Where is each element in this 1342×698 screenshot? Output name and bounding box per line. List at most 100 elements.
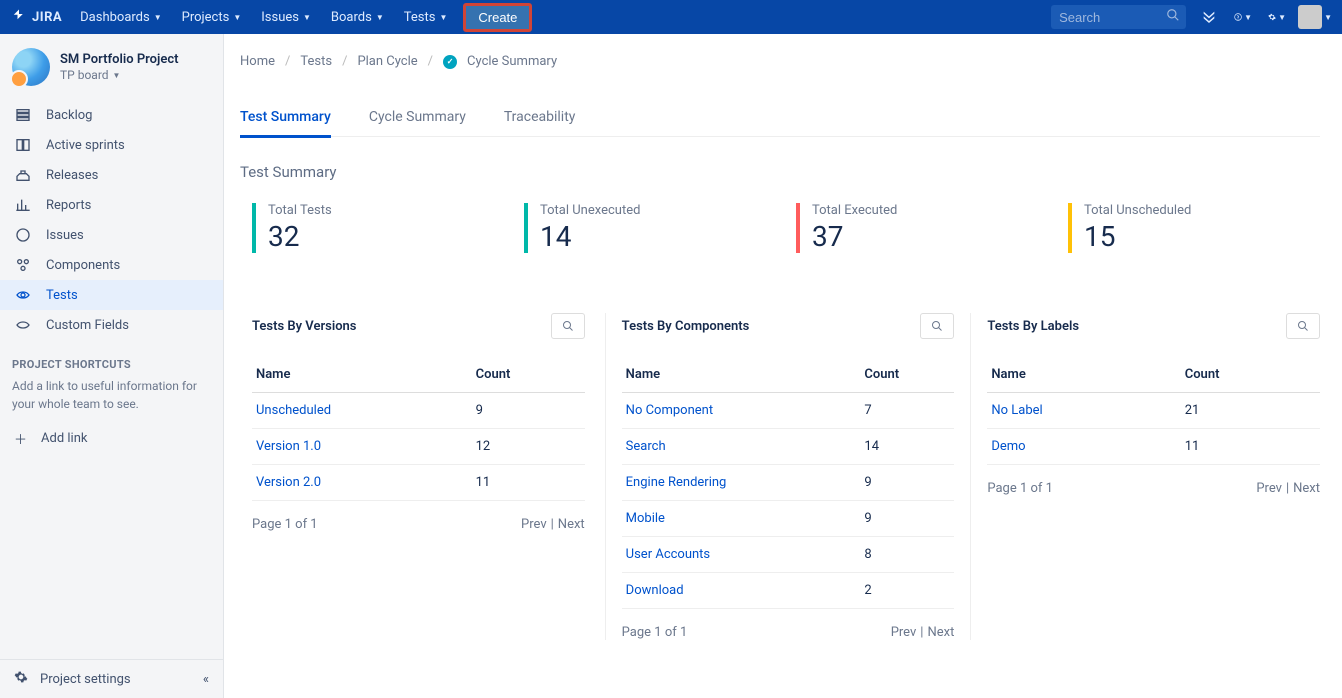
- nav-dashboards[interactable]: Dashboards▼: [70, 0, 172, 34]
- tab-test-summary[interactable]: Test Summary: [240, 101, 331, 138]
- row-link[interactable]: No Component: [626, 403, 713, 418]
- nav-projects[interactable]: Projects▼: [172, 0, 252, 34]
- stat-value: 15: [1084, 220, 1320, 253]
- cycle-icon: ✓: [443, 55, 457, 69]
- row-link[interactable]: Version 2.0: [256, 475, 321, 490]
- pager-next[interactable]: Next: [1293, 481, 1320, 496]
- gear-icon[interactable]: ▼: [1268, 8, 1286, 26]
- jira-logo[interactable]: JIRA: [10, 8, 62, 26]
- nav-tests[interactable]: Tests▼: [394, 0, 458, 34]
- row-count: 7: [860, 393, 954, 429]
- stat-label: Total Tests: [268, 203, 504, 218]
- tab-cycle-summary[interactable]: Cycle Summary: [369, 101, 466, 136]
- backlog-icon: [14, 107, 32, 123]
- chevron-down-icon: ▼: [233, 13, 241, 22]
- chevron-down-icon: ▼: [376, 13, 384, 22]
- stat-label: Total Executed: [812, 203, 1048, 218]
- pager-prev[interactable]: Prev: [891, 625, 917, 640]
- collapse-icon[interactable]: «: [203, 672, 209, 687]
- user-avatar[interactable]: [1298, 5, 1322, 29]
- row-link[interactable]: Unscheduled: [256, 403, 331, 418]
- search-input[interactable]: [1051, 5, 1186, 29]
- sidebar-menu: Backlog Active sprints Releases Reports …: [0, 96, 223, 340]
- chevron-down-icon: ▼: [154, 13, 162, 22]
- row-link[interactable]: Engine Rendering: [626, 475, 727, 490]
- releases-icon: [14, 167, 32, 183]
- row-link[interactable]: Version 1.0: [256, 439, 321, 454]
- chevron-down-icon: ▼: [113, 71, 121, 80]
- table-row: Version 1.012: [252, 429, 585, 465]
- panel-search-button[interactable]: [920, 313, 954, 339]
- navbar: JIRA Dashboards▼ Projects▼ Issues▼ Board…: [0, 0, 1342, 34]
- main-content: Home/ Tests/ Plan Cycle/ ✓ Cycle Summary…: [224, 34, 1342, 698]
- panel-search-button[interactable]: [551, 313, 585, 339]
- pager-text: Page 1 of 1: [987, 481, 1053, 496]
- project-avatar[interactable]: [12, 48, 50, 86]
- pager-text: Page 1 of 1: [252, 517, 318, 532]
- row-count: 9: [472, 393, 585, 429]
- row-count: 9: [860, 501, 954, 537]
- table-row: User Accounts8: [622, 537, 955, 573]
- row-link[interactable]: Download: [626, 583, 684, 598]
- sidebar-item-sprints[interactable]: Active sprints: [0, 130, 223, 160]
- row-count: 2: [860, 573, 954, 609]
- versions-table: NameCount Unscheduled9Version 1.012Versi…: [252, 357, 585, 501]
- row-link[interactable]: Demo: [991, 439, 1025, 454]
- sidebar-item-custom-fields[interactable]: Custom Fields: [0, 310, 223, 340]
- stat-total-tests: Total Tests32: [252, 203, 504, 253]
- breadcrumb-home[interactable]: Home: [240, 54, 275, 69]
- sidebar-label: Active sprints: [46, 138, 125, 153]
- board-selector[interactable]: TP board▼: [60, 68, 179, 82]
- issues-icon: [14, 227, 32, 243]
- plus-icon: ＋: [14, 429, 27, 448]
- help-icon[interactable]: ▼: [1234, 8, 1252, 26]
- sidebar-label: Components: [46, 258, 120, 273]
- sidebar-item-tests[interactable]: Tests: [0, 280, 223, 310]
- tab-traceability[interactable]: Traceability: [504, 101, 576, 136]
- row-link[interactable]: No Label: [991, 403, 1042, 418]
- section-title: Test Summary: [240, 163, 1320, 181]
- nav-menu: Dashboards▼ Projects▼ Issues▼ Boards▼ Te…: [70, 0, 532, 34]
- breadcrumb-current: Cycle Summary: [467, 54, 557, 69]
- pager-text: Page 1 of 1: [622, 625, 688, 640]
- breadcrumb-plan-cycle[interactable]: Plan Cycle: [357, 54, 417, 69]
- table-row: Unscheduled 9: [252, 393, 585, 429]
- pager-prev[interactable]: Prev: [521, 517, 547, 532]
- sidebar-item-components[interactable]: Components: [0, 250, 223, 280]
- sidebar-label: Backlog: [46, 108, 92, 123]
- pager-next[interactable]: Next: [558, 517, 585, 532]
- stats-row: Total Tests32 Total Unexecuted14 Total E…: [240, 203, 1320, 253]
- panel-versions: Tests By Versions NameCount Unscheduled9…: [240, 313, 605, 640]
- sidebar-item-releases[interactable]: Releases: [0, 160, 223, 190]
- components-table: NameCount No Component7Search14Engine Re…: [622, 357, 955, 609]
- tests-icon: [14, 287, 32, 303]
- reports-icon: [14, 197, 32, 213]
- sidebar-item-issues[interactable]: Issues: [0, 220, 223, 250]
- add-link-button[interactable]: ＋Add link: [0, 423, 223, 454]
- sidebar-label: Issues: [46, 228, 84, 243]
- stat-unscheduled: Total Unscheduled15: [1068, 203, 1320, 253]
- sidebar-item-backlog[interactable]: Backlog: [0, 100, 223, 130]
- row-link[interactable]: User Accounts: [626, 547, 710, 562]
- fields-icon: [14, 317, 32, 333]
- nav-issues[interactable]: Issues▼: [251, 0, 321, 34]
- table-row: Engine Rendering9: [622, 465, 955, 501]
- panel-search-button[interactable]: [1286, 313, 1320, 339]
- breadcrumb-tests[interactable]: Tests: [300, 54, 332, 69]
- pager-next[interactable]: Next: [927, 625, 954, 640]
- stat-unexecuted: Total Unexecuted14: [524, 203, 776, 253]
- create-button[interactable]: Create: [463, 3, 532, 32]
- pager-prev[interactable]: Prev: [1256, 481, 1282, 496]
- search-wrap: [1051, 5, 1186, 29]
- table-row: Mobile 9: [622, 501, 955, 537]
- project-name: SM Portfolio Project: [60, 52, 179, 67]
- nav-boards[interactable]: Boards▼: [321, 0, 394, 34]
- chevron-down-icon: ▼: [1324, 13, 1332, 22]
- col-name: Name: [987, 357, 1180, 393]
- row-link[interactable]: Mobile: [626, 511, 665, 526]
- gear-icon: [14, 670, 28, 688]
- row-link[interactable]: Search: [626, 439, 666, 454]
- sidebar-item-reports[interactable]: Reports: [0, 190, 223, 220]
- project-settings[interactable]: Project settings «: [0, 659, 223, 698]
- feedback-icon[interactable]: [1200, 8, 1218, 26]
